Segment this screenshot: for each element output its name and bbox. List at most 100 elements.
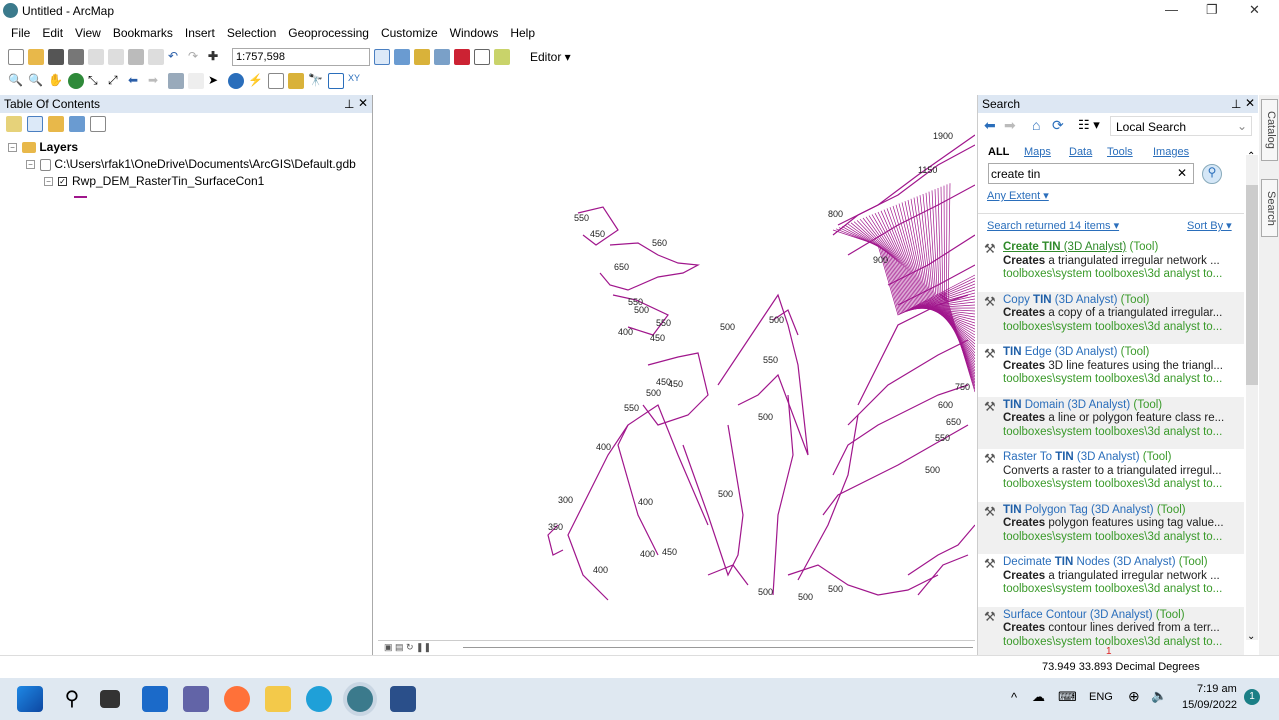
task-view-icon[interactable] [100, 690, 120, 708]
paste-icon[interactable] [128, 48, 144, 65]
result-title[interactable]: Raster To TIN (3D Analyst) [1003, 451, 1140, 463]
map-scale-select[interactable]: 1:757,598 [232, 47, 370, 66]
layout-view-icon[interactable]: ▣ ▤ ↻ ❚❚ [384, 642, 431, 653]
search-go-icon[interactable]: ⚲ [1202, 164, 1222, 184]
save-icon[interactable] [48, 48, 64, 65]
list-by-visibility-icon[interactable] [48, 116, 64, 132]
undo-icon[interactable]: ↶ [168, 49, 184, 65]
search-result-item[interactable]: ⚒ Copy TIN (3D Analyst) (Tool) Creates a… [978, 291, 1244, 344]
search-result-item[interactable]: ⚒ Create TIN (3D Analyst) (Tool) Creates… [978, 239, 1244, 291]
hyperlink-icon[interactable]: ⚡ [248, 73, 264, 89]
full-extent-icon[interactable] [68, 72, 84, 89]
language-indicator[interactable]: ENG [1089, 691, 1113, 703]
result-title[interactable]: Surface Contour (3D Analyst) [1003, 609, 1153, 621]
menu-insert[interactable]: Insert [179, 26, 221, 40]
search-close-icon[interactable]: ✕ [1245, 96, 1255, 110]
add-data-icon[interactable]: ✚ [208, 49, 224, 65]
view-options-icon[interactable]: ☷ ▾ [1078, 117, 1100, 133]
catalog-window-icon[interactable] [414, 48, 430, 65]
tab-images[interactable]: Images [1153, 146, 1189, 158]
table-of-contents-icon[interactable] [394, 48, 410, 65]
extent-filter[interactable]: Any Extent ▾ [987, 189, 1049, 202]
find-icon[interactable]: 🔭 [308, 73, 324, 89]
search-window-icon[interactable] [434, 48, 450, 65]
menu-geoprocessing[interactable]: Geoprocessing [282, 26, 375, 40]
python-icon[interactable] [474, 48, 490, 65]
select-features-icon[interactable] [168, 72, 184, 89]
search-input[interactable]: create tin ✕ [988, 163, 1194, 184]
options-icon[interactable] [90, 116, 106, 132]
firefox-icon[interactable] [224, 686, 250, 712]
menu-view[interactable]: View [69, 26, 107, 40]
word-icon[interactable] [142, 686, 168, 712]
redo-icon[interactable]: ↷ [188, 49, 204, 65]
back-icon[interactable]: ⬅ [128, 73, 144, 89]
search-scope-select[interactable]: Local Search ⌄ [1110, 116, 1252, 136]
arctoolbox-icon[interactable] [454, 48, 470, 65]
result-title[interactable]: Decimate TIN Nodes (3D Analyst) [1003, 556, 1176, 568]
layer-node[interactable]: − ✓ Rwp_DEM_RasterTin_SurfaceCon1 [44, 174, 264, 188]
go-to-xy-icon[interactable]: XY [348, 73, 364, 89]
tab-data[interactable]: Data [1069, 146, 1092, 158]
menu-bookmarks[interactable]: Bookmarks [107, 26, 179, 40]
cut-icon[interactable] [88, 48, 104, 65]
start-icon[interactable] [17, 686, 43, 712]
tab-all[interactable]: ALL [988, 146, 1009, 158]
file-explorer-icon[interactable] [265, 686, 291, 712]
edge-icon[interactable] [306, 686, 332, 712]
sort-by[interactable]: Sort By ▾ [1187, 219, 1232, 232]
list-by-selection-icon[interactable] [69, 116, 85, 132]
volume-icon[interactable]: 🔈 [1151, 688, 1167, 704]
clear-search-icon[interactable]: ✕ [1177, 166, 1187, 180]
search-result-item[interactable]: ⚒ TIN Edge (3D Analyst) (Tool) Creates 3… [978, 344, 1244, 396]
onedrive-icon[interactable]: ☁ [1032, 689, 1045, 705]
close-button[interactable]: ✕ [1249, 2, 1260, 18]
notification-badge[interactable]: 1 [1244, 689, 1260, 705]
tab-tools[interactable]: Tools [1107, 146, 1133, 158]
layers-node[interactable]: − Layers [8, 140, 78, 154]
identify-icon[interactable] [228, 72, 244, 89]
html-popup-icon[interactable] [268, 72, 284, 89]
editor-toolbar-icon[interactable] [374, 48, 390, 65]
search-result-item[interactable]: ⚒ TIN Domain (3D Analyst) (Tool) Creates… [978, 396, 1244, 449]
zoom-out-icon[interactable]: 🔍 [28, 73, 44, 89]
delete-icon[interactable] [148, 48, 164, 65]
find-route-icon[interactable] [328, 72, 344, 89]
clear-selection-icon[interactable] [188, 72, 204, 89]
tab-maps[interactable]: Maps [1024, 146, 1051, 158]
pan-icon[interactable]: ✋ [48, 73, 64, 89]
menu-file[interactable]: File [0, 26, 36, 40]
keyboard-icon[interactable]: ⌨ [1058, 689, 1077, 705]
arcmap-taskbar-icon[interactable] [347, 686, 373, 712]
tray-overflow-icon[interactable]: ^ [1011, 690, 1017, 705]
results-scrollbar[interactable]: ⌃ ⌄ [1246, 151, 1258, 642]
catalog-tab[interactable]: Catalog [1261, 99, 1278, 161]
zoom-in-icon[interactable]: 🔍 [8, 73, 24, 89]
menu-selection[interactable]: Selection [221, 26, 282, 40]
network-icon[interactable]: ⊕ [1128, 688, 1140, 705]
fixed-zoom-in-icon[interactable]: ⤡ [88, 73, 104, 89]
maximize-button[interactable]: ❐ [1206, 2, 1218, 18]
pin-icon[interactable]: ⊥ [1231, 97, 1241, 111]
recorder-icon[interactable] [390, 686, 416, 712]
menu-edit[interactable]: Edit [36, 26, 69, 40]
list-by-source-icon[interactable] [27, 116, 43, 132]
toc-close-icon[interactable]: ✕ [358, 96, 368, 110]
search-result-item[interactable]: ⚒ Decimate TIN Nodes (3D Analyst) (Tool)… [978, 554, 1244, 606]
clock-time[interactable]: 7:19 am [1197, 683, 1237, 695]
fixed-zoom-out-icon[interactable]: ⤢ [108, 73, 124, 89]
result-title[interactable]: TIN Polygon Tag (3D Analyst) [1003, 504, 1154, 516]
result-title[interactable]: TIN Domain (3D Analyst) [1003, 399, 1130, 411]
modelbuilder-icon[interactable] [494, 48, 510, 65]
copy-icon[interactable] [108, 48, 124, 65]
list-by-drawing-order-icon[interactable] [6, 116, 22, 132]
forward-arrow-icon[interactable]: ➡ [1004, 117, 1016, 134]
result-title[interactable]: Create TIN (3D Analyst) [1003, 241, 1126, 253]
result-count[interactable]: Search returned 14 items ▾ [987, 219, 1119, 232]
search-tab[interactable]: Search [1261, 179, 1278, 237]
result-title[interactable]: Copy TIN (3D Analyst) [1003, 294, 1117, 306]
select-elements-icon[interactable]: ➤ [208, 73, 224, 89]
layer-visibility-checkbox[interactable]: ✓ [58, 177, 67, 187]
search-result-item[interactable]: ⚒ Raster To TIN (3D Analyst) (Tool) Conv… [978, 449, 1244, 501]
gdb-node[interactable]: − C:\Users\rfak1\OneDrive\Documents\ArcG… [26, 157, 356, 171]
